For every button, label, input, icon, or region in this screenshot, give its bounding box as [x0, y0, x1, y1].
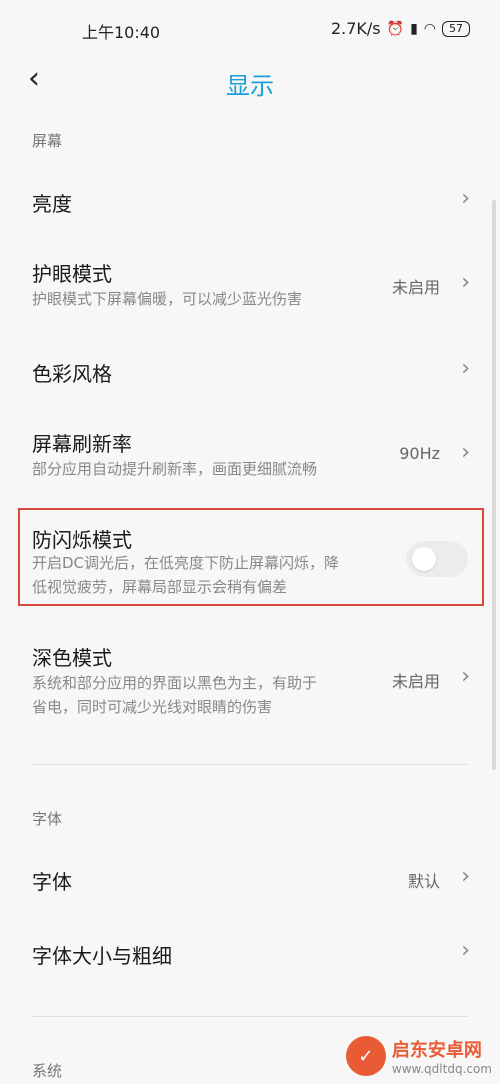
setting-label: 屏幕刷新率 [32, 432, 132, 456]
status-bar: 上午10:40 2.7K/s ⏰ ▮ ◠ 57 [0, 0, 500, 58]
divider [32, 1016, 468, 1017]
setting-label: 防闪烁模式 [32, 528, 132, 552]
setting-font[interactable]: 字体 默认 › [0, 848, 500, 908]
watermark: ✓ 启东安卓网 www.qdltdq.com [345, 1036, 492, 1076]
chevron-right-icon: › [461, 938, 470, 963]
setting-label: 护眼模式 [32, 262, 112, 286]
setting-anti-flicker[interactable]: 防闪烁模式 开启DC调光后，在低亮度下防止屏幕闪烁，降 低视觉疲劳，屏幕局部显示… [0, 518, 500, 604]
page-title: 显示 [226, 72, 274, 100]
setting-brightness[interactable]: 亮度 › [0, 170, 500, 230]
setting-dark-mode[interactable]: 深色模式 系统和部分应用的界面以黑色为主，有助于 省电，同时可减少光线对眼睛的伤… [0, 640, 500, 720]
toggle-knob [412, 547, 436, 571]
setting-description: 护眼模式下屏幕偏暖，可以减少蓝光伤害 [32, 290, 303, 308]
divider [32, 764, 468, 765]
setting-label: 字体 [32, 870, 72, 894]
setting-value: 未启用 [391, 278, 440, 297]
chevron-right-icon: › [461, 664, 470, 689]
setting-value: 未启用 [391, 672, 440, 691]
watermark-url: www.qdltdq.com [391, 1062, 492, 1076]
setting-description-line1: 系统和部分应用的界面以黑色为主，有助于 [32, 674, 318, 692]
setting-font-size[interactable]: 字体大小与粗细 › [0, 922, 500, 982]
section-font: 字体 [32, 810, 63, 828]
setting-label: 色彩风格 [32, 362, 112, 386]
setting-refresh-rate[interactable]: 屏幕刷新率 部分应用自动提升刷新率，画面更细腻流畅 90Hz › [0, 420, 500, 490]
setting-label: 亮度 [32, 192, 72, 216]
chevron-right-icon: › [461, 186, 470, 211]
battery-icon: 57 [442, 20, 470, 37]
setting-description-line2: 低视觉疲劳，屏幕局部显示会稍有偏差 [32, 578, 288, 596]
setting-description-line2: 省电，同时可减少光线对眼睛的伤害 [32, 698, 273, 716]
wifi-icon: ◠ [423, 20, 436, 37]
alarm-icon: ⏰ [386, 20, 405, 37]
chevron-right-icon: › [461, 864, 470, 889]
scrollbar[interactable] [492, 200, 496, 770]
setting-description-line1: 开启DC调光后，在低亮度下防止屏幕闪烁，降 [32, 554, 340, 572]
setting-description: 部分应用自动提升刷新率，画面更细腻流畅 [32, 460, 318, 478]
setting-label: 深色模式 [32, 646, 112, 670]
watermark-title: 启东安卓网 [391, 1040, 482, 1061]
chevron-right-icon: › [461, 356, 470, 381]
section-system: 系统 [32, 1062, 63, 1080]
header: ‹ 显示 [0, 58, 500, 104]
network-speed: 2.7K/s [330, 19, 381, 38]
setting-eye-care[interactable]: 护眼模式 护眼模式下屏幕偏暖，可以减少蓝光伤害 未启用 › [0, 250, 500, 320]
chevron-right-icon: › [461, 440, 470, 465]
signal-icon: ▮ [410, 20, 418, 37]
status-time: 上午10:40 [82, 23, 161, 42]
setting-value: 90Hz [399, 444, 440, 463]
section-screen: 屏幕 [32, 132, 63, 150]
setting-color-style[interactable]: 色彩风格 › [0, 340, 500, 400]
watermark-logo-icon: ✓ [345, 1036, 386, 1076]
chevron-right-icon: › [461, 270, 470, 295]
setting-value: 默认 [407, 872, 440, 891]
setting-label: 字体大小与粗细 [32, 944, 172, 968]
anti-flicker-toggle[interactable] [406, 541, 468, 577]
